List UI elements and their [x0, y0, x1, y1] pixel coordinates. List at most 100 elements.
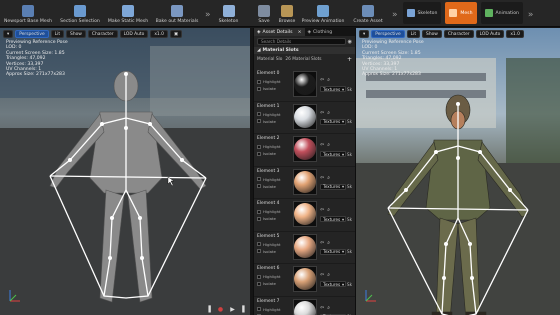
isolate-checkbox[interactable]: Isolate — [257, 151, 290, 156]
add-slot-icon[interactable]: + — [347, 56, 352, 63]
left-viewport[interactable]: ▾ Perspective Lit Show Character LOD Aut… — [0, 28, 250, 315]
right-viewport[interactable]: ▾ Perspective Lit Show Character LOD Aut… — [356, 28, 560, 315]
view-options-icon[interactable]: ◉ — [348, 39, 352, 45]
toolbar-overflow-icon[interactable]: » — [202, 10, 214, 26]
show-button[interactable]: Show — [66, 30, 86, 38]
lit-button-2[interactable]: Lit — [406, 30, 421, 38]
material-thumbnail[interactable] — [293, 71, 318, 97]
make-static-mesh-button[interactable]: Make Static Mesh — [104, 0, 152, 26]
isolate-label: Isolate — [263, 281, 276, 286]
use-selected-icon[interactable]: ⇦ — [320, 110, 324, 116]
use-selected-icon[interactable]: ⇦ — [320, 77, 324, 83]
highlight-checkbox[interactable]: Highlight — [257, 209, 290, 214]
textures-dropdown[interactable]: Textures▾ — [320, 183, 347, 190]
animation-tab-button[interactable]: Animation — [480, 2, 523, 24]
highlight-checkbox[interactable]: Highlight — [257, 274, 290, 279]
bake-materials-button[interactable]: Bake out Materials — [152, 0, 202, 26]
save-button[interactable]: Save — [253, 0, 275, 26]
tab-close-icon[interactable]: × — [298, 30, 302, 35]
use-selected-icon[interactable]: ⇦ — [320, 305, 324, 311]
checkbox-box — [257, 307, 261, 311]
material-thumbnail[interactable] — [293, 201, 318, 227]
browse-asset-icon[interactable]: ⌕ — [327, 110, 330, 116]
browse-asset-icon[interactable]: ⌕ — [327, 305, 330, 311]
tab-asset-details[interactable]: ◈ Asset Details × — [254, 28, 305, 36]
step-back-icon[interactable]: ▐ — [205, 306, 212, 313]
record-icon[interactable]: ● — [217, 306, 224, 313]
create-asset-button[interactable]: Create Asset — [347, 0, 389, 26]
highlight-checkbox[interactable]: Highlight — [257, 242, 290, 247]
show-button-2[interactable]: Show — [422, 30, 442, 38]
textures-dropdown[interactable]: Textures▾ — [320, 118, 347, 125]
browse-asset-icon[interactable]: ⌕ — [327, 207, 330, 213]
material-thumbnail[interactable] — [293, 298, 318, 315]
character-button[interactable]: Character — [87, 30, 118, 38]
mesh-tab-button[interactable]: Mesh — [445, 2, 477, 24]
textures-dropdown[interactable]: Textures▾ — [320, 151, 347, 157]
textures-dropdown[interactable]: Textures▾ — [320, 248, 347, 255]
browse-asset-icon[interactable]: ⌕ — [327, 77, 330, 83]
use-selected-icon[interactable]: ⇦ — [320, 175, 324, 181]
highlight-checkbox[interactable]: Highlight — [257, 144, 290, 149]
use-selected-icon[interactable]: ⇦ — [320, 272, 324, 278]
browse-button[interactable]: Browse — [275, 0, 299, 26]
toolbar-overflow-icon-2[interactable]: » — [389, 10, 401, 26]
material-slots-header[interactable]: ◢ Material Slots — [254, 47, 355, 54]
tab-clothing[interactable]: ◈ Clothing — [305, 28, 356, 36]
element-icon-row: ⇦ ⌕ — [320, 305, 352, 311]
textures-dropdown[interactable]: Textures▾ — [320, 86, 347, 92]
isolate-checkbox[interactable]: Isolate — [257, 86, 290, 91]
use-selected-icon[interactable]: ⇦ — [320, 240, 324, 246]
skeleton-mode-button[interactable]: Skeleton — [214, 0, 244, 26]
material-thumbnail[interactable] — [293, 103, 318, 130]
isolate-checkbox[interactable]: Isolate — [257, 281, 290, 286]
search-details-input[interactable]: Search Details — [257, 38, 346, 45]
element-title: Element 5 — [257, 233, 280, 239]
sk-label: Sk — [347, 216, 352, 222]
use-selected-icon[interactable]: ⇦ — [320, 142, 324, 148]
material-thumbnail[interactable] — [293, 168, 318, 195]
viewport-menu-button-2[interactable]: ▾ — [359, 30, 370, 38]
speed-button[interactable]: x1.0 — [150, 30, 168, 38]
textures-dropdown[interactable]: Textures▾ — [320, 281, 347, 287]
checkbox-box — [257, 177, 261, 181]
lod-button[interactable]: LOD Auto — [119, 30, 149, 38]
camera-icon[interactable]: ▣ — [169, 30, 183, 38]
highlight-checkbox[interactable]: Highlight — [257, 177, 290, 182]
chevron-down-icon: ▾ — [341, 216, 345, 222]
preview-animation-button[interactable]: Preview Animation — [299, 0, 347, 26]
isolate-checkbox[interactable]: Isolate — [257, 216, 290, 221]
isolate-checkbox[interactable]: Isolate — [257, 249, 290, 254]
material-thumbnail[interactable] — [293, 266, 318, 292]
isolate-label: Isolate — [263, 248, 276, 254]
browse-asset-icon[interactable]: ⌕ — [327, 240, 330, 246]
lod-button-2[interactable]: LOD Auto — [475, 30, 505, 38]
step-forward-icon[interactable]: ▌ — [241, 306, 248, 313]
perspective-button[interactable]: Perspective — [15, 30, 49, 38]
play-icon[interactable]: ▶ — [229, 306, 236, 313]
section-selection-button[interactable]: Section Selection — [56, 0, 104, 26]
isolate-checkbox[interactable]: Isolate — [257, 184, 290, 189]
highlight-checkbox[interactable]: Highlight — [257, 112, 290, 117]
browse-asset-icon[interactable]: ⌕ — [327, 175, 330, 181]
material-thumbnail[interactable] — [293, 233, 318, 260]
element-title: Element 7 — [257, 298, 280, 304]
highlight-checkbox[interactable]: Highlight — [257, 79, 290, 84]
bake-icon — [171, 5, 183, 17]
character-button-2[interactable]: Character — [443, 30, 474, 38]
element-info: Element 7HighlightIsolate — [257, 299, 290, 315]
skeleton-tab-button[interactable]: Skeleton — [402, 2, 442, 24]
textures-dropdown[interactable]: Textures▾ — [320, 216, 347, 222]
toolbar-overflow-icon-3[interactable]: » — [525, 10, 537, 26]
material-thumbnail[interactable] — [293, 136, 318, 162]
isolate-checkbox[interactable]: Isolate — [257, 119, 290, 124]
browse-asset-icon[interactable]: ⌕ — [327, 142, 330, 148]
speed-button-2[interactable]: x1.0 — [506, 30, 524, 38]
newsport-base-mesh-button[interactable]: Newsport Base Mesh — [0, 0, 56, 26]
perspective-button-2[interactable]: Perspective — [371, 30, 405, 38]
use-selected-icon[interactable]: ⇦ — [320, 207, 324, 213]
lit-button[interactable]: Lit — [50, 30, 65, 38]
viewport-menu-button[interactable]: ▾ — [3, 30, 14, 38]
highlight-checkbox[interactable]: Highlight — [257, 307, 290, 312]
browse-asset-icon[interactable]: ⌕ — [327, 272, 330, 278]
